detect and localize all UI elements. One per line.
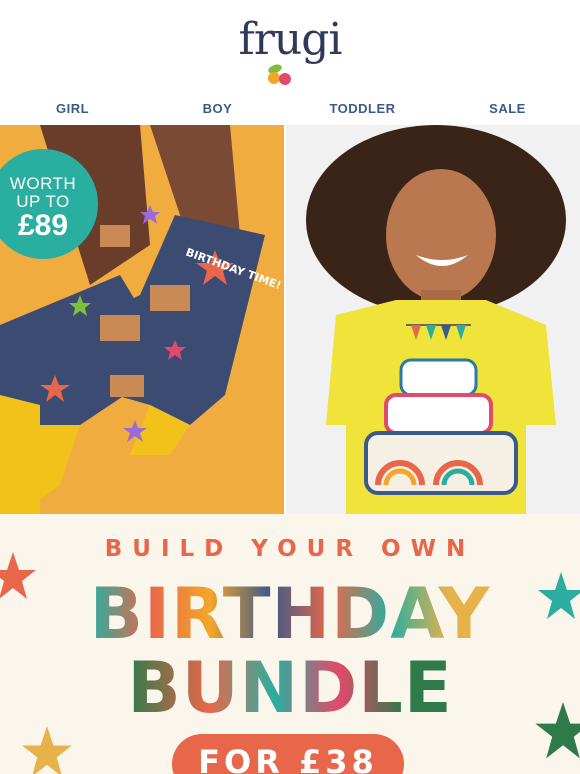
berry-logo-icon: [268, 64, 291, 85]
email-header: frugi: [0, 0, 580, 96]
hero-banner[interactable]: BIRTHDAY TIME! WORTH UP TO £89: [0, 125, 580, 514]
birthday-socks-photo[interactable]: BIRTHDAY TIME! WORTH UP TO £89: [0, 125, 284, 514]
nav-toddler[interactable]: TODDLER: [290, 96, 435, 124]
nav-boy[interactable]: BOY: [145, 96, 290, 124]
headline-text: BIRTHDAY: [89, 573, 491, 655]
promo-price-button[interactable]: FOR £38: [172, 734, 404, 774]
nav-girl[interactable]: GIRL: [0, 96, 145, 124]
birthday-tshirt-photo[interactable]: [286, 125, 580, 514]
badge-line1: WORTH: [9, 174, 77, 193]
frugi-logo[interactable]: frugi: [0, 14, 580, 65]
nav-sale[interactable]: SALE: [435, 96, 580, 124]
star-icon: [22, 726, 72, 774]
child-tshirt-illustration: [306, 125, 566, 514]
headline-text: BUNDLE: [127, 647, 453, 729]
promo-headline-birthday: BIRTHDAY: [0, 576, 580, 652]
badge-line2: UP TO: [16, 192, 70, 211]
promo-headline-bundle: BUNDLE: [0, 650, 580, 726]
badge-price: £89: [17, 209, 69, 242]
promo-kicker: BUILD YOUR OWN: [104, 536, 476, 562]
category-nav: GIRL BOY TODDLER SALE: [0, 96, 580, 124]
birthday-bundle-promo[interactable]: BUILD YOUR OWN BIRTHDAY BUNDLE FOR £38: [0, 514, 580, 774]
